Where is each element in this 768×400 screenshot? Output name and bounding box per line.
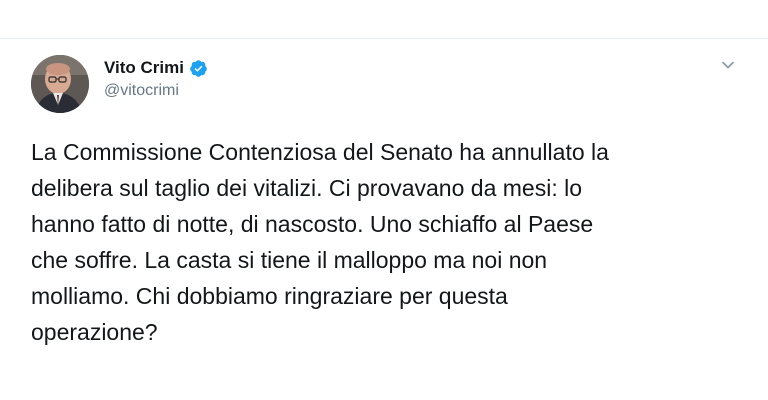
user-info: Vito Crimi @vitocrimi bbox=[104, 57, 208, 102]
avatar-image bbox=[31, 55, 89, 113]
name-row: Vito Crimi bbox=[104, 57, 208, 79]
chevron-down-icon[interactable] bbox=[720, 57, 736, 73]
avatar[interactable] bbox=[31, 55, 89, 113]
verified-badge-icon bbox=[190, 59, 207, 77]
tweet-page: Vito Crimi @vitocrimi La Commissione Con… bbox=[0, 0, 768, 400]
tweet-text: La Commissione Contenziosa del Senato ha… bbox=[31, 139, 609, 345]
user-handle[interactable]: @vitocrimi bbox=[104, 80, 208, 102]
tweet-card: Vito Crimi @vitocrimi La Commissione Con… bbox=[0, 39, 768, 400]
display-name[interactable]: Vito Crimi bbox=[104, 57, 184, 79]
